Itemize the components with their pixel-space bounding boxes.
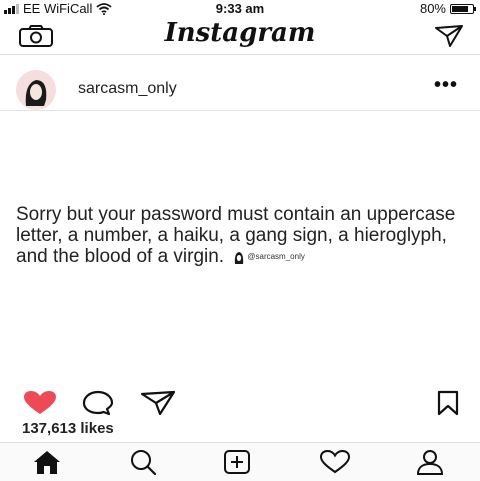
post-header: sarcasm_only ••• [0,62,480,111]
heart-outline-icon [319,449,351,474]
avatar-image [25,80,47,110]
avatar[interactable] [16,70,56,110]
post-watermark: @sarcasm_only [233,246,305,267]
status-right: 80% [419,1,476,16]
plus-square-icon [224,450,250,474]
save-button[interactable] [436,390,460,416]
paper-plane-icon [435,25,463,47]
heart-icon [24,391,56,414]
instagram-logo: Instagram [164,18,316,48]
battery-icon [450,3,476,14]
watermark-avatar-icon [235,251,244,264]
person-icon [416,450,444,475]
post-username[interactable]: sarcasm_only [78,80,177,98]
paper-plane-icon [140,390,176,416]
status-bar: EE WiFiCall 9:33 am 80% [0,0,480,18]
more-options-button[interactable]: ••• [434,74,458,97]
direct-messages-button[interactable] [434,24,464,48]
comment-bubble-icon [82,390,114,416]
battery-percent: 80% [419,1,446,16]
tab-activity[interactable] [318,449,351,475]
home-icon [34,451,60,474]
post-image[interactable]: Sorry but your password must contain an … [0,112,480,380]
tab-home[interactable] [32,449,62,475]
battery-fill [452,5,468,12]
status-time: 9:33 am [215,1,265,16]
comment-button[interactable] [82,390,114,416]
like-count[interactable]: 137,613 likes [22,420,114,437]
tab-profile[interactable] [415,449,445,475]
like-button[interactable] [22,390,58,416]
post-actions [0,388,480,416]
watermark-text: @sarcasm_only [247,252,305,262]
tab-add[interactable] [222,449,252,475]
tab-search[interactable] [128,449,158,475]
bookmark-icon [437,390,459,416]
search-icon [131,450,157,475]
top-bar: Instagram [0,18,480,55]
post-quote: Sorry but your password must contain an … [16,204,476,267]
share-button[interactable] [140,390,176,416]
bottom-tab-bar [0,442,480,481]
